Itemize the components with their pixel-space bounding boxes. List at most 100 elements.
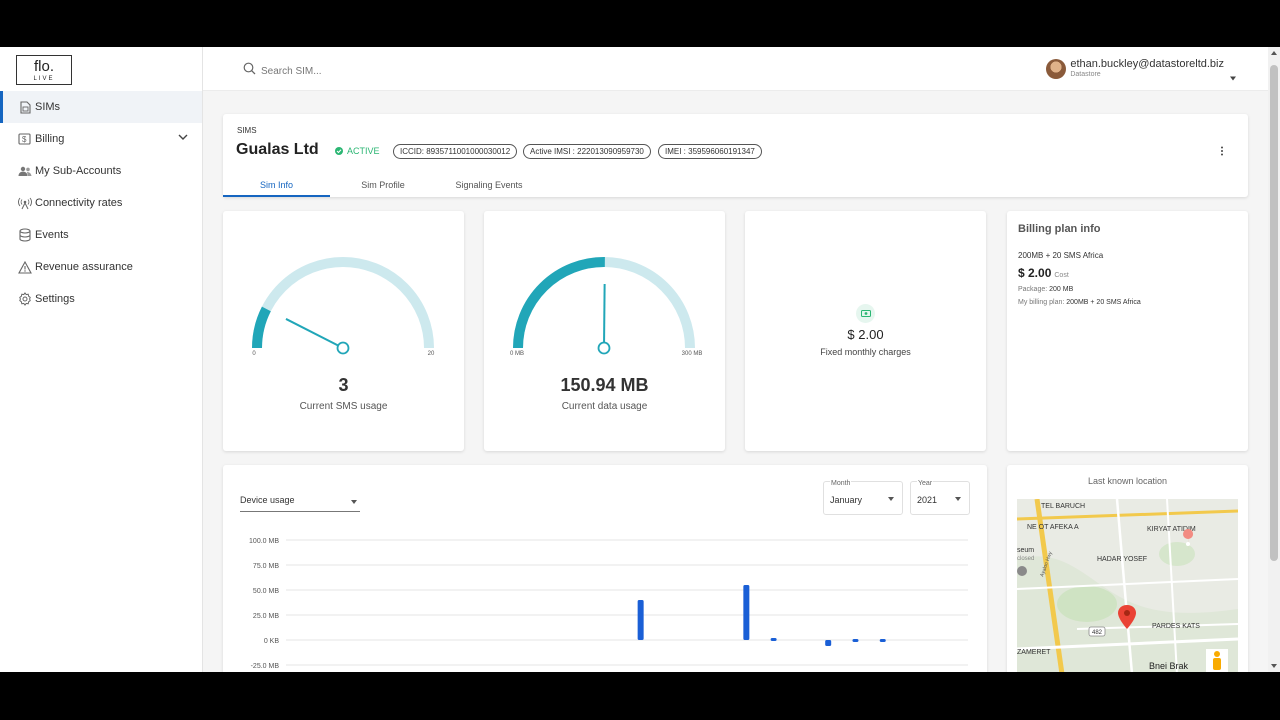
status-badge: ACTIVE: [335, 146, 380, 156]
fixed-charges-caption: Fixed monthly charges: [820, 347, 911, 357]
data-usage-value: 150.94 MB: [560, 375, 649, 395]
antenna-icon: [17, 196, 32, 211]
scrollbar[interactable]: [1268, 47, 1280, 672]
sidebar-item-billing[interactable]: $ Billing: [0, 123, 202, 155]
map-label: seum: [1017, 547, 1034, 554]
billing-icon: $: [17, 132, 32, 147]
sidebar-item-label: Settings: [35, 293, 75, 305]
sidebar-item-sub-accounts[interactable]: My Sub-Accounts: [0, 155, 202, 187]
sidebar-item-label: Revenue assurance: [35, 261, 133, 273]
package-value: 200 MB: [1049, 286, 1074, 293]
usage-bar-chart: 100.0 MB 75.0 MB 50.0 MB 25.0 MB 0 KB -25.0 M…: [249, 538, 968, 670]
chevron-down-icon[interactable]: [178, 132, 188, 144]
breadcrumb[interactable]: SIMS: [237, 126, 257, 135]
data-gauge: 0 MB 300 MB: [510, 257, 703, 357]
y-tick-label: 50.0 MB: [253, 588, 279, 595]
svg-text:$: $: [22, 135, 27, 144]
usage-bar[interactable]: [879, 639, 886, 642]
map-label: HADAR YOSEF: [1097, 556, 1147, 563]
tab-signaling-events[interactable]: Signaling Events: [436, 174, 542, 197]
map-label: Bnei Brak: [1149, 661, 1189, 671]
gauge-needle: [603, 283, 606, 349]
gauge-min-label: 0 MB: [510, 351, 524, 357]
search-input[interactable]: Search SIM...: [261, 66, 322, 77]
avatar[interactable]: [1046, 58, 1067, 79]
top-header: Search SIM... ethan.buckley@datastoreltd…: [203, 47, 1268, 91]
map-title: Last known location: [1087, 476, 1168, 486]
sidebar-nav: SIMs $ Billing My Sub-Accounts Connectiv…: [0, 91, 202, 315]
status-text: ACTIVE: [347, 146, 380, 156]
logo-text: flo.: [33, 58, 54, 75]
sidebar-item-label: Events: [35, 229, 69, 241]
more-options-icon[interactable]: [1220, 146, 1224, 156]
usage-bar[interactable]: [825, 640, 832, 646]
billing-plan-cost: $ 2.00 Cost: [1018, 266, 1069, 280]
tab-sim-info[interactable]: Sim Info: [223, 174, 330, 197]
gauge-hub: [336, 341, 350, 355]
gauge-fill: [252, 306, 271, 349]
sidebar-item-events[interactable]: Events: [0, 219, 202, 251]
my-plan-label: My billing plan:: [1018, 299, 1065, 306]
search-box[interactable]: Search SIM...: [243, 62, 322, 80]
sidebar-item-label: Connectivity rates: [35, 197, 123, 209]
gauge-fill: [513, 257, 605, 349]
people-icon: [17, 164, 32, 179]
my-plan-value: 200MB + 20 SMS Africa: [1066, 299, 1141, 306]
sidebar-item-sims[interactable]: SIMs: [0, 91, 202, 123]
y-tick-label: 25.0 MB: [253, 613, 279, 620]
map-label: closed: [1017, 556, 1034, 562]
usage-bar[interactable]: [770, 638, 777, 641]
y-tick-label: -25.0 MB: [251, 663, 280, 670]
map-label: TEL BARUCH: [1041, 503, 1085, 510]
scroll-up-arrow[interactable]: [1271, 51, 1277, 55]
gauge-hub: [597, 341, 611, 355]
data-usage-card: 0 MB 300 MB 150.94 MB Current data usage: [484, 211, 725, 451]
map-label: PARDES KATS: [1152, 623, 1200, 630]
billing-plan-title: Billing plan info: [1018, 223, 1101, 235]
flo-live-logo[interactable]: flo. LIVE: [16, 55, 72, 85]
sidebar-item-revenue-assurance[interactable]: Revenue assurance: [0, 251, 202, 283]
billing-plan-card: Billing plan info 200MB + 20 SMS Africa …: [1007, 211, 1248, 451]
usage-bar[interactable]: [637, 600, 644, 640]
map-label-road: 482: [1092, 630, 1103, 636]
sms-gauge: 0 20: [252, 257, 435, 357]
street-view-icon[interactable]: [1206, 649, 1228, 672]
location-map[interactable]: 482 TEL BARUCH NE OT AFEKA A KIRYAT ATID…: [1017, 499, 1238, 672]
package-label: Package:: [1018, 286, 1048, 293]
page-title: Gualas Ltd: [236, 141, 319, 158]
money-icon: [856, 304, 875, 323]
sidebar-item-connectivity-rates[interactable]: Connectivity rates: [0, 187, 202, 219]
gauge-max-label: 300 MB: [682, 351, 703, 357]
iccid-chip: ICCID: 8935711001000030012: [393, 144, 518, 159]
sim-header-card: SIMS Gualas Ltd ACTIVE ICCID: 8935711001…: [223, 114, 1248, 197]
sidebar-item-label: Billing: [35, 133, 65, 145]
caret-down-icon[interactable]: [1229, 68, 1237, 86]
app-frame: flo. LIVE SIMs $ Billing My Sub-Accounts…: [0, 47, 1280, 672]
y-tick-label: 75.0 MB: [253, 563, 279, 570]
scroll-down-arrow[interactable]: [1271, 664, 1277, 668]
gauge-max-label: 20: [428, 351, 435, 357]
sidebar: flo. LIVE SIMs $ Billing My Sub-Accounts…: [0, 47, 203, 672]
data-usage-caption: Current data usage: [561, 401, 648, 412]
location-card: Last known location 482 TEL BARUCH NE OT…: [1007, 465, 1248, 672]
usage-bar[interactable]: [852, 639, 859, 642]
check-circle-icon: [335, 147, 343, 155]
tab-sim-profile[interactable]: Sim Profile: [330, 174, 436, 197]
fixed-charges-value: $ 2.00: [847, 327, 884, 342]
scroll-thumb[interactable]: [1270, 65, 1278, 561]
sidebar-item-settings[interactable]: Settings: [0, 283, 202, 315]
map-label: ZAMERET: [1017, 649, 1051, 656]
user-email: ethan.buckley@datastoreltd.biz: [1070, 58, 1224, 70]
billing-package: Package: 200 MB: [1018, 286, 1073, 293]
fixed-charges-card: $ 2.00 Fixed monthly charges: [745, 211, 986, 451]
user-menu[interactable]: ethan.buckley@datastoreltd.biz Datastore: [1046, 58, 1236, 81]
imei-chip: IMEI : 359596060191347: [658, 144, 762, 159]
gauge-min-label: 0: [252, 351, 256, 357]
y-tick-label: 0 KB: [264, 638, 280, 645]
sms-usage-card: 0 20 3 Current SMS usage: [223, 211, 464, 451]
usage-bar[interactable]: [743, 585, 750, 640]
gear-icon: [17, 292, 32, 307]
user-organization: Datastore: [1070, 71, 1101, 78]
billing-cost-value: $ 2.00: [1018, 266, 1052, 280]
gauge-needle: [285, 318, 344, 349]
